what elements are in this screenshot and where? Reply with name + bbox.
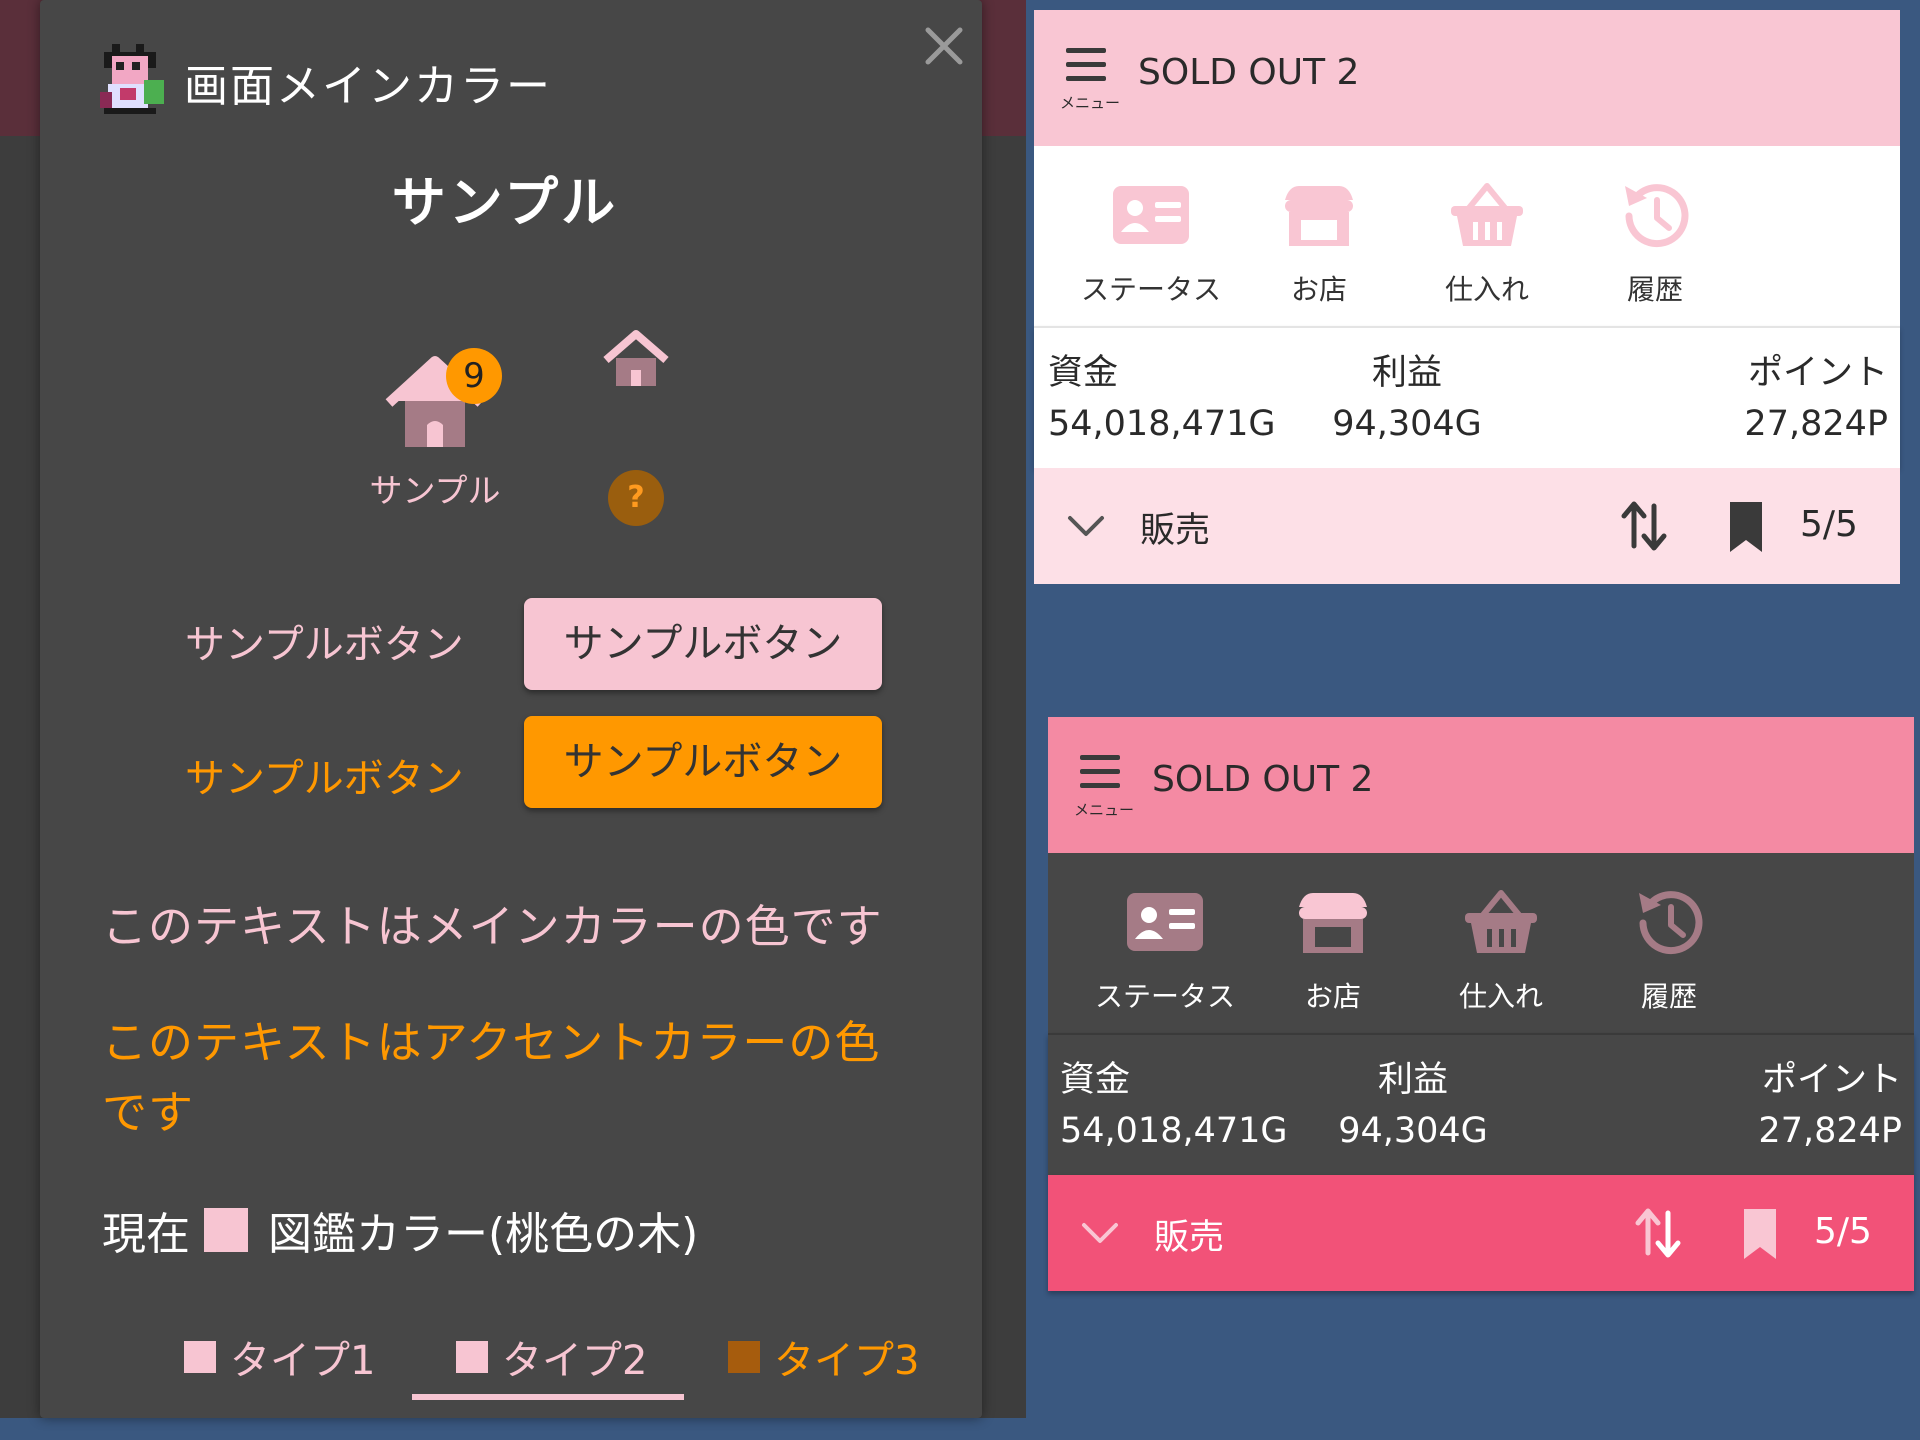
id-card-icon xyxy=(1127,893,1203,951)
nav-label-status: ステータス xyxy=(1080,273,1221,306)
tab-type2-label: タイプ2 xyxy=(502,1338,648,1384)
nav-label-purchase: 仕入れ xyxy=(1458,980,1543,1013)
menu-bar-icon xyxy=(1080,769,1120,774)
nav-label-store: お店 xyxy=(1304,980,1361,1013)
profit-label: 利益 xyxy=(1371,353,1442,393)
filled-button-main[interactable]: サンプルボタン xyxy=(524,598,882,690)
nav-bar: ステータス お店 仕入れ 履歴 xyxy=(1048,853,1914,1033)
nav-label-status: ステータス xyxy=(1094,980,1235,1013)
history-icon xyxy=(1625,184,1689,248)
current-color-swatch xyxy=(204,1208,248,1252)
chevron-down-icon[interactable] xyxy=(1076,1209,1124,1257)
nav-label-history: 履歴 xyxy=(1626,273,1683,306)
nav-bar: ステータス お店 仕入れ 履歴 xyxy=(1034,146,1900,326)
stats-panel: 資金 54,018,471G 利益 94,304G ポイント 27,824P xyxy=(1048,1033,1914,1175)
bookmark-icon[interactable] xyxy=(1740,1207,1780,1261)
sale-count: 5/5 xyxy=(1800,504,1858,545)
sale-label: 販売 xyxy=(1140,511,1211,551)
preview-dark: メニュー SOLD OUT 2 ステータス お店 仕入れ 履歴 資金 54,01… xyxy=(1048,717,1914,1291)
profit-value: 94,304G xyxy=(1332,404,1482,444)
current-color-row: 現在 図鑑カラー(桃色の木) xyxy=(102,1200,698,1260)
nav-label-store: お店 xyxy=(1290,273,1347,306)
character-logo-icon xyxy=(100,44,164,114)
profit-label: 利益 xyxy=(1377,1060,1448,1100)
nav-label-purchase: 仕入れ xyxy=(1444,273,1529,306)
nav-item-history[interactable]: 履歴 xyxy=(1584,883,1754,1013)
main-color-dialog: 画面メインカラー サンプル 9 サンプル ? サンプルボタン サンプルボタン サ… xyxy=(40,0,982,1418)
menu-label: メニュー xyxy=(1074,801,1135,819)
current-color-name: 図鑑カラー(桃色の木) xyxy=(268,1209,699,1260)
store-icon xyxy=(1299,893,1367,953)
nav-item-status[interactable]: ステータス xyxy=(1080,883,1250,1013)
accent-color-text: このテキストはアクセントカラーの色です xyxy=(102,1016,881,1139)
id-card-icon xyxy=(1113,186,1189,244)
menu-label: メニュー xyxy=(1060,94,1121,112)
nav-item-status[interactable]: ステータス xyxy=(1066,176,1236,306)
menu-button[interactable]: メニュー xyxy=(1074,751,1135,821)
sort-icon[interactable] xyxy=(1616,498,1672,554)
history-icon xyxy=(1639,891,1703,955)
app-title: SOLD OUT 2 xyxy=(1152,759,1374,800)
basket-icon xyxy=(1465,890,1537,953)
notification-badge: 9 xyxy=(446,348,502,404)
sale-label: 販売 xyxy=(1154,1218,1225,1258)
selected-tab-indicator xyxy=(412,1394,684,1400)
sale-bar: 販売 5/5 xyxy=(1048,1175,1914,1291)
nav-item-purchase[interactable]: 仕入れ xyxy=(1416,883,1586,1013)
dialog-title: 画面メインカラー xyxy=(184,61,552,112)
menu-bar-icon xyxy=(1066,76,1106,81)
nav-item-store[interactable]: お店 xyxy=(1248,883,1418,1013)
app-header: メニュー SOLD OUT 2 xyxy=(1048,717,1914,853)
main-color-text: このテキストはメインカラーの色です xyxy=(102,900,883,953)
funds-label: 資金 xyxy=(1060,1060,1131,1100)
close-icon[interactable] xyxy=(912,14,976,78)
menu-button[interactable]: メニュー xyxy=(1060,44,1121,114)
type-tabs: タイプ1 タイプ2 タイプ3 xyxy=(140,1310,940,1400)
tab-type3-label: タイプ3 xyxy=(774,1338,920,1384)
tab-type1[interactable]: タイプ1 xyxy=(184,1320,375,1394)
help-icon[interactable]: ? xyxy=(608,470,664,526)
preview-light: メニュー SOLD OUT 2 ステータス お店 仕入れ 履歴 資金 54,01… xyxy=(1034,10,1900,584)
points-value: 27,824P xyxy=(1744,404,1888,444)
sale-count: 5/5 xyxy=(1814,1211,1872,1252)
funds-label: 資金 xyxy=(1048,353,1119,393)
nav-item-purchase[interactable]: 仕入れ xyxy=(1402,176,1572,306)
menu-bar-icon xyxy=(1066,62,1106,67)
type3-swatch xyxy=(728,1341,760,1373)
tab-type3[interactable]: タイプ3 xyxy=(728,1320,919,1394)
home-label: サンプル xyxy=(369,471,501,510)
bookmark-icon[interactable] xyxy=(1726,500,1766,554)
sample-heading: サンプル xyxy=(391,171,619,234)
app-header: メニュー SOLD OUT 2 xyxy=(1034,10,1900,146)
type2-swatch xyxy=(456,1341,488,1373)
sort-icon[interactable] xyxy=(1630,1205,1686,1261)
nav-item-history[interactable]: 履歴 xyxy=(1570,176,1740,306)
filled-button-accent[interactable]: サンプルボタン xyxy=(524,716,882,808)
funds-value: 54,018,471G xyxy=(1060,1111,1288,1151)
points-label: ポイント xyxy=(1761,1060,1902,1100)
basket-icon xyxy=(1451,183,1523,246)
menu-bar-icon xyxy=(1080,783,1120,788)
menu-bar-icon xyxy=(1066,48,1106,53)
type1-swatch xyxy=(184,1341,216,1373)
nav-item-store[interactable]: お店 xyxy=(1234,176,1404,306)
points-value: 27,824P xyxy=(1758,1111,1902,1151)
funds-value: 54,018,471G xyxy=(1048,404,1276,444)
menu-bar-icon xyxy=(1080,755,1120,760)
tab-type2[interactable]: タイプ2 xyxy=(456,1320,647,1394)
current-label: 現在 xyxy=(102,1209,190,1260)
store-icon xyxy=(1285,186,1353,246)
profit-value: 94,304G xyxy=(1338,1111,1488,1151)
text-button-accent[interactable]: サンプルボタン xyxy=(185,746,464,804)
chevron-down-icon[interactable] xyxy=(1062,502,1110,550)
app-title: SOLD OUT 2 xyxy=(1138,52,1360,93)
home-small-icon[interactable] xyxy=(602,330,670,390)
nav-label-history: 履歴 xyxy=(1640,980,1697,1013)
tab-type1-label: タイプ1 xyxy=(230,1338,376,1384)
points-label: ポイント xyxy=(1747,353,1888,393)
stats-panel: 資金 54,018,471G 利益 94,304G ポイント 27,824P xyxy=(1034,326,1900,468)
text-button-main[interactable]: サンプルボタン xyxy=(185,612,464,670)
sale-bar: 販売 5/5 xyxy=(1034,468,1900,584)
